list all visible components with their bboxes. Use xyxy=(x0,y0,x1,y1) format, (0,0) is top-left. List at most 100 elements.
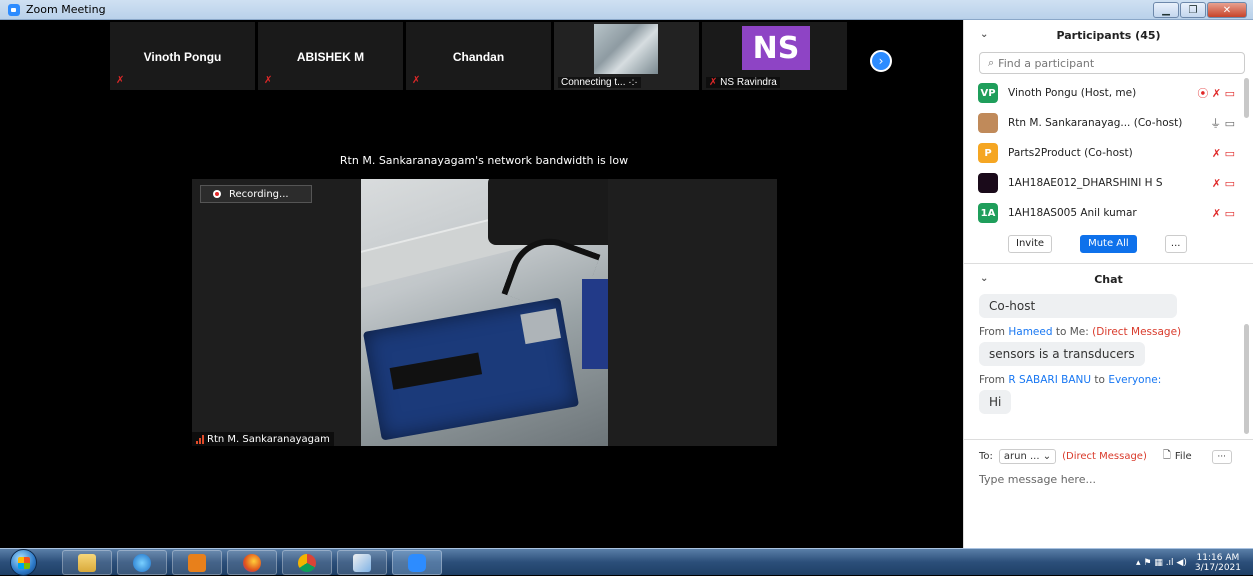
signal-strength-icon xyxy=(196,434,204,444)
participant-name: 1AH18AS005 Anil kumar xyxy=(1008,207,1137,219)
sender-name[interactable]: Hameed xyxy=(1008,326,1052,338)
participant-row[interactable]: VP Vinoth Pongu (Host, me) ⦿ ✗ ▭ xyxy=(964,78,1253,108)
mic-muted-icon: ✗ xyxy=(264,75,273,86)
minimize-button[interactable]: ▁ xyxy=(1153,2,1179,18)
participant-actions: Invite Mute All ... xyxy=(964,230,1253,264)
video-area: Vinoth Pongu ✗ ABISHEK M ✗ Chandan ✗ Con… xyxy=(5,20,963,548)
file-explorer-icon[interactable] xyxy=(62,550,112,575)
avatar: 1A xyxy=(978,203,998,223)
participant-status-icons[interactable]: ✗ ▭ xyxy=(1212,177,1235,190)
chat-message-input[interactable]: Type message here... xyxy=(979,473,1253,486)
thumbnail-label: Connecting t... ·:· xyxy=(558,77,641,88)
windows-taskbar: ▴ ⚑ ▦ .ıl ◀) 11:16 AM 3/17/2021 xyxy=(0,548,1253,576)
paint-icon[interactable] xyxy=(337,550,387,575)
collapse-chevron-icon[interactable]: ⌄ xyxy=(980,29,988,40)
clock-date: 3/17/2021 xyxy=(1194,563,1241,573)
participant-row[interactable]: 1A 1AH18AS005 Anil kumar ✗ ▭ xyxy=(964,198,1253,228)
participants-header: ⌄ Participants (45) xyxy=(964,20,1253,50)
thumbnail-connecting[interactable]: Connecting t... ·:· xyxy=(554,22,699,90)
thumbnail-name: Chandan xyxy=(452,50,505,64)
record-icon xyxy=(213,190,221,198)
system-tray: ▴ ⚑ ▦ .ıl ◀) 11:16 AM 3/17/2021 xyxy=(1136,553,1241,573)
chat-message: Hi xyxy=(979,390,1012,414)
invite-button[interactable]: Invite xyxy=(1008,234,1053,253)
from-prefix: From xyxy=(979,326,1006,338)
chat-sender-line: From R SABARI BANU to Everyone: xyxy=(979,374,1253,386)
recipient-row: To: arun ... ⌄ (Direct Message) 🗋 File ·… xyxy=(979,448,1253,465)
thumbnail-vinoth[interactable]: Vinoth Pongu ✗ xyxy=(110,22,255,90)
speaker-name: Rtn M. Sankaranayagam xyxy=(207,433,330,445)
side-panel: ⌄ Participants (45) ⌕ Find a participant… xyxy=(963,20,1253,548)
thumbnail-strip: Vinoth Pongu ✗ ABISHEK M ✗ Chandan ✗ Con… xyxy=(110,22,847,90)
participant-search-input[interactable]: ⌕ Find a participant xyxy=(979,52,1245,74)
window-title: Zoom Meeting xyxy=(26,3,106,16)
taskbar-apps xyxy=(62,550,442,575)
thumbnail-abishek[interactable]: ABISHEK M ✗ xyxy=(258,22,403,90)
recipient-select[interactable]: arun ... ⌄ xyxy=(998,449,1057,464)
participant-name: Parts2Product (Co-host) xyxy=(1008,147,1133,159)
chat-message: sensors is a transducers xyxy=(979,342,1145,366)
close-button[interactable]: ✕ xyxy=(1207,2,1247,18)
camera-feed-image xyxy=(594,24,658,74)
participant-status-icons[interactable]: ✗ ▭ xyxy=(1212,207,1235,220)
tray-icons[interactable]: ▴ ⚑ ▦ .ıl ◀) xyxy=(1136,558,1187,568)
file-label: File xyxy=(1174,451,1192,462)
internet-explorer-icon[interactable] xyxy=(117,550,167,575)
participant-list: VP Vinoth Pongu (Host, me) ⦿ ✗ ▭ Rtn M. … xyxy=(964,78,1253,228)
next-page-icon[interactable]: › xyxy=(870,50,892,72)
thumbnail-name: NS Ravindra xyxy=(720,77,777,88)
window-titlebar: Zoom Meeting ▁ ❐ ✕ xyxy=(0,0,1253,20)
direct-message-tag: (Direct Message) xyxy=(1062,451,1147,462)
maximize-button[interactable]: ❐ xyxy=(1180,2,1206,18)
camera-feed-image xyxy=(361,179,608,446)
search-placeholder: Find a participant xyxy=(998,56,1095,70)
start-button-icon[interactable] xyxy=(10,549,37,576)
participant-status-icons[interactable]: ⦿ ✗ ▭ xyxy=(1197,85,1235,101)
chat-more-button[interactable]: ··· xyxy=(1211,449,1232,464)
speaker-label: Rtn M. Sankaranayagam xyxy=(192,432,334,446)
participant-status-icons[interactable]: ✗ ▭ xyxy=(1212,147,1235,160)
thumbnail-chandan[interactable]: Chandan ✗ xyxy=(406,22,551,90)
recipient-name[interactable]: Everyone: xyxy=(1108,374,1161,386)
participant-name: Vinoth Pongu (Host, me) xyxy=(1008,87,1137,99)
file-button[interactable]: 🗋 File xyxy=(1163,448,1192,465)
chat-header: ⌄ Chat xyxy=(964,264,1253,294)
collapse-chevron-icon[interactable]: ⌄ xyxy=(980,273,988,284)
zoom-taskbar-icon[interactable] xyxy=(392,550,442,575)
participant-row[interactable]: 1AH18AE012_DHARSHINI H S ✗ ▭ xyxy=(964,168,1253,198)
to-text: to xyxy=(1094,374,1105,386)
avatar xyxy=(978,173,998,193)
mute-all-button[interactable]: Mute All xyxy=(1080,234,1137,253)
direct-message-tag: (Direct Message) xyxy=(1092,326,1182,338)
clock[interactable]: 11:16 AM 3/17/2021 xyxy=(1195,553,1241,573)
feed-object xyxy=(582,279,608,369)
avatar: NS xyxy=(742,26,810,70)
participant-row[interactable]: P Parts2Product (Co-host) ✗ ▭ xyxy=(964,138,1253,168)
avatar xyxy=(978,113,998,133)
mic-muted-icon: ✗ xyxy=(412,75,421,86)
sender-name[interactable]: R SABARI BANU xyxy=(1008,374,1091,386)
avatar: P xyxy=(978,143,998,163)
recording-indicator[interactable]: Recording... xyxy=(200,185,312,203)
active-speaker-video[interactable]: Recording... Rtn M. Sankaranayagam xyxy=(192,179,777,446)
participant-scrollbar[interactable] xyxy=(1244,78,1249,118)
firefox-icon[interactable] xyxy=(227,550,277,575)
file-icon: 🗋 xyxy=(1162,450,1171,461)
to-text: to Me: xyxy=(1055,326,1089,338)
participant-name: Rtn M. Sankaranayag... (Co-host) xyxy=(1008,117,1183,129)
bandwidth-notice: Rtn M. Sankaranayagam's network bandwidt… xyxy=(339,154,629,167)
thumbnail-name: Vinoth Pongu xyxy=(143,50,222,64)
thumbnail-ns-ravindra[interactable]: NS ✗ NS Ravindra xyxy=(702,22,847,90)
chrome-icon[interactable] xyxy=(282,550,332,575)
more-options-button[interactable]: ... xyxy=(1164,234,1187,253)
participant-row[interactable]: Rtn M. Sankaranayag... (Co-host) ⏚ ▭ xyxy=(964,108,1253,138)
thumbnail-label: ✗ NS Ravindra xyxy=(706,77,780,88)
thumbnail-name: ABISHEK M xyxy=(296,50,365,64)
mic-muted-icon: ✗ xyxy=(116,75,125,86)
outlook-icon[interactable] xyxy=(172,550,222,575)
from-prefix: From xyxy=(979,374,1006,386)
to-label: To: xyxy=(979,451,993,462)
chat-scrollbar[interactable] xyxy=(1244,324,1249,434)
search-icon: ⌕ xyxy=(988,56,995,69)
participant-status-icons[interactable]: ⏚ ▭ xyxy=(1210,115,1235,131)
